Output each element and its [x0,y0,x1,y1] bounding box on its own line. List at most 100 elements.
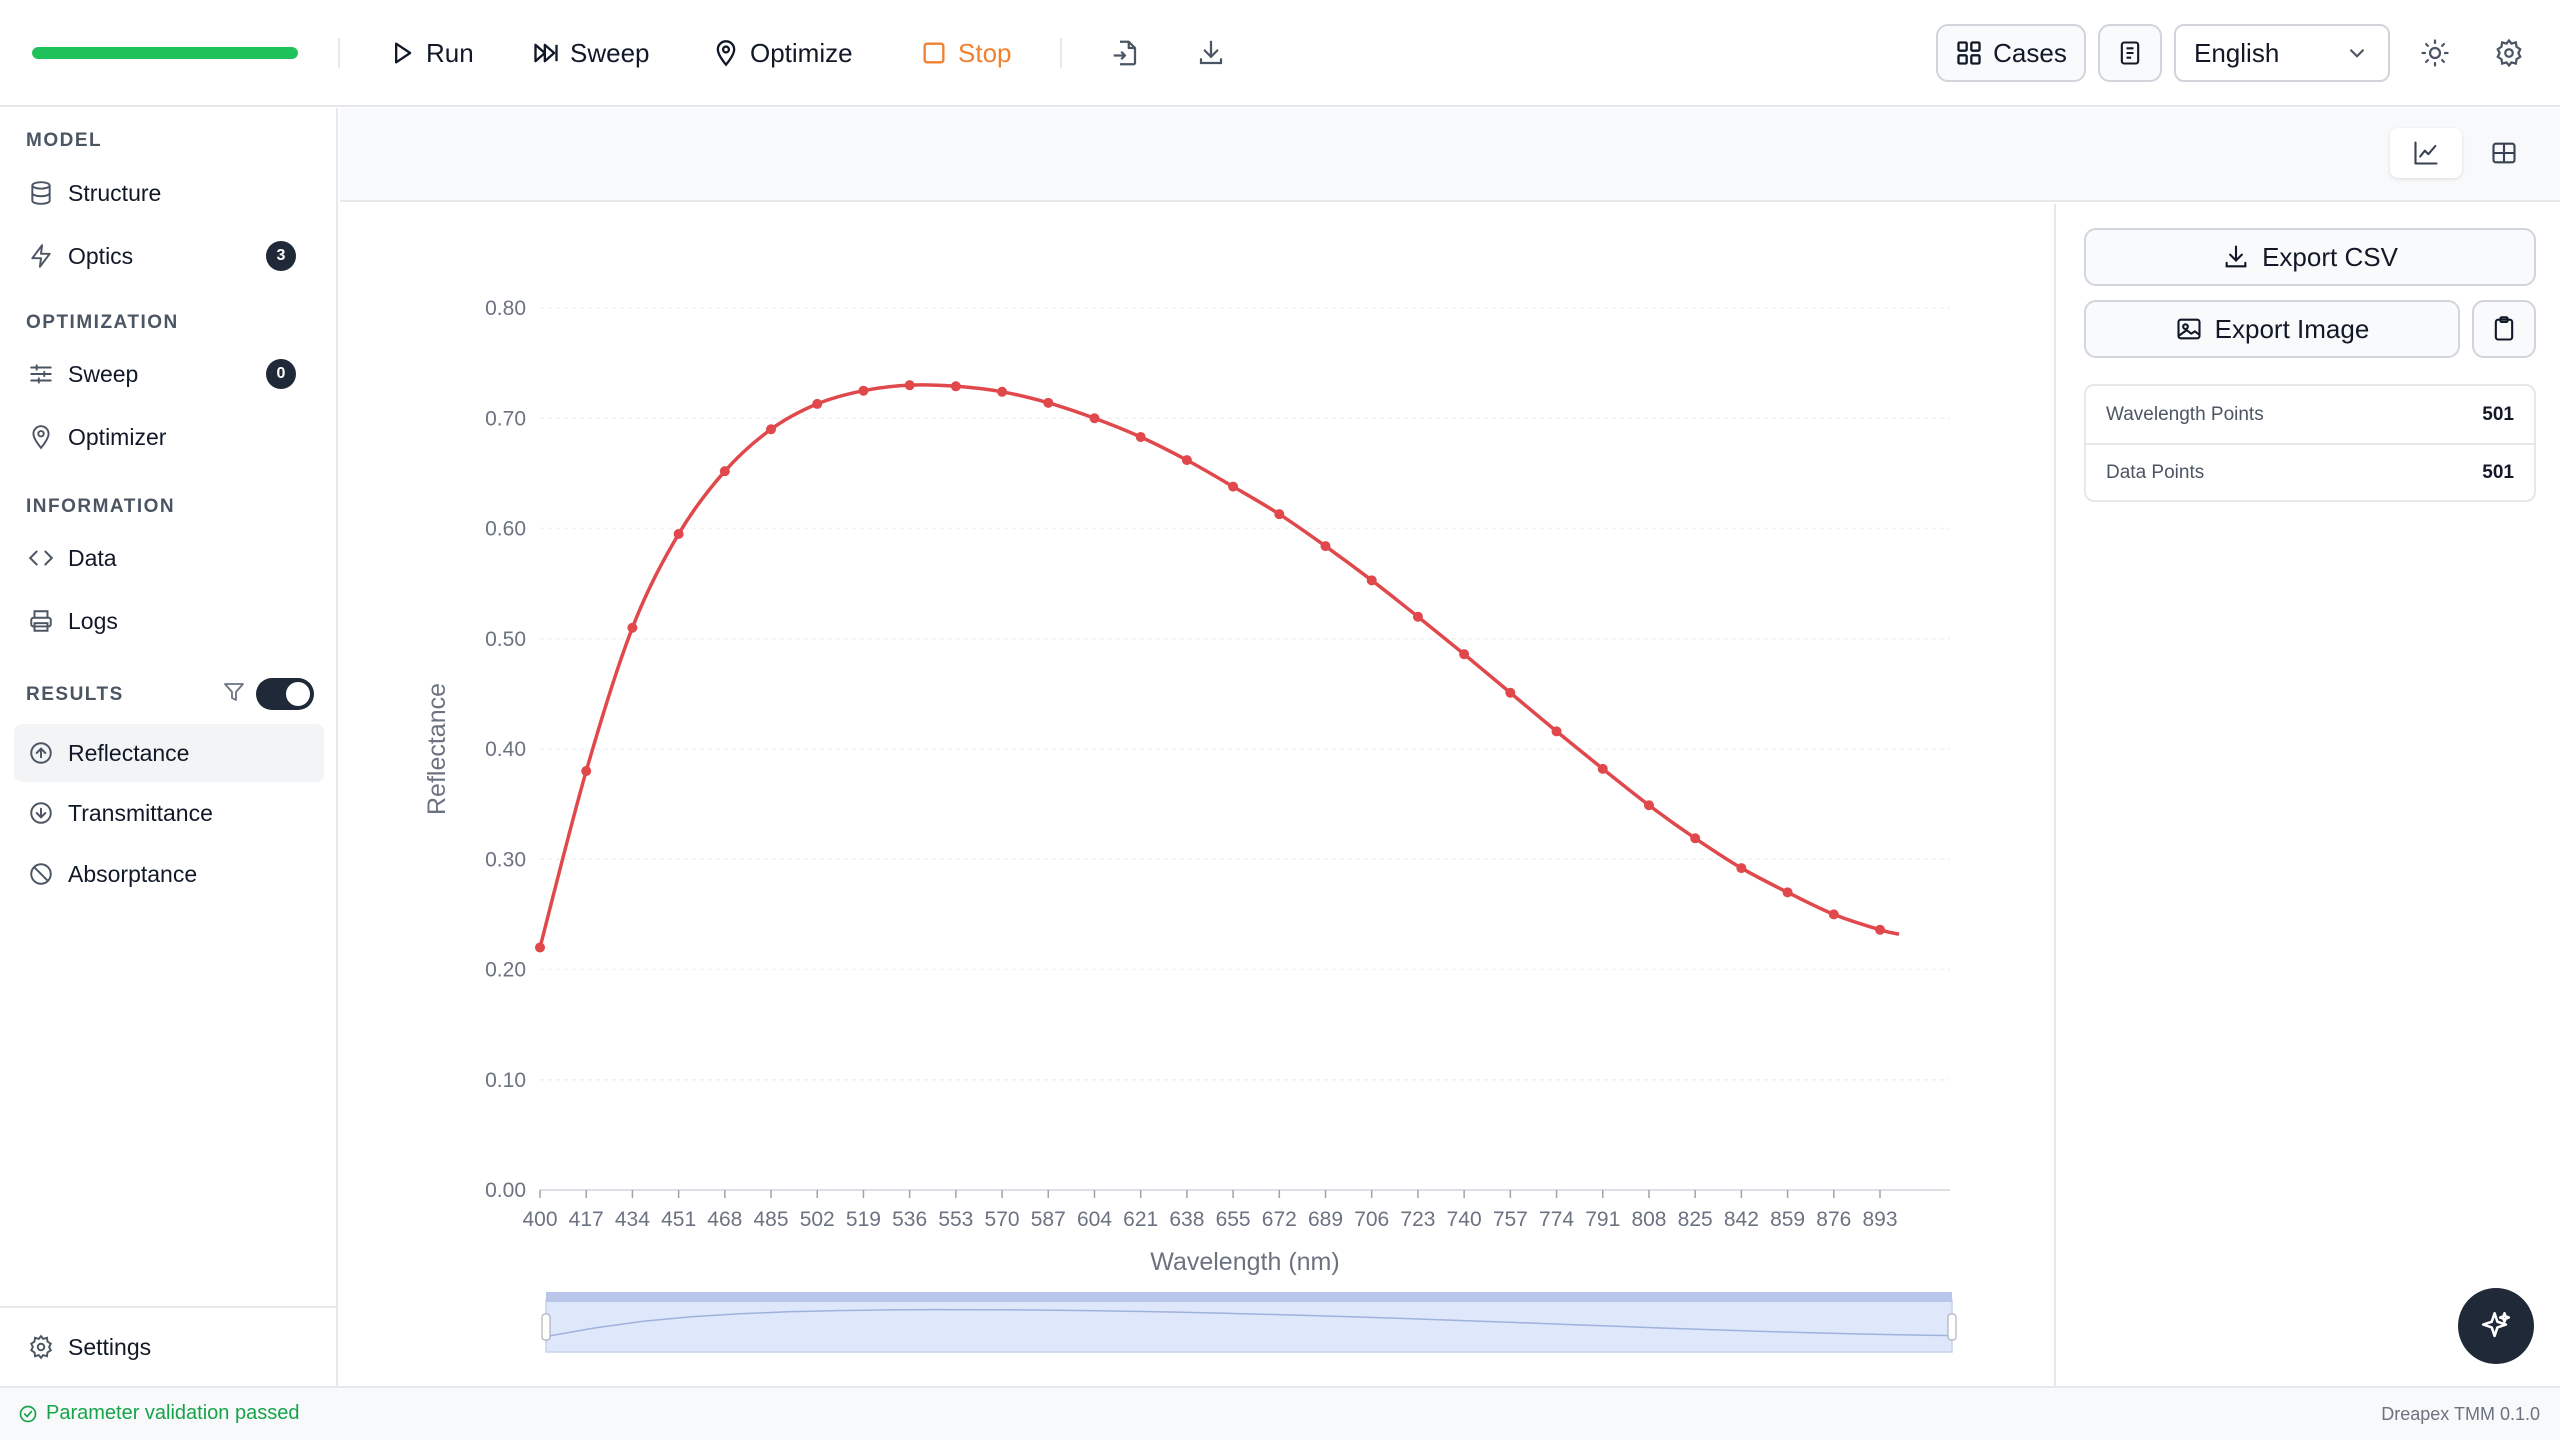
zoom-handle-right [1947,1313,1957,1341]
progress-fill [32,47,298,59]
y-tick-label: 0.00 [485,1179,526,1202]
notes-button[interactable] [2098,24,2162,82]
x-tick-label: 876 [1816,1208,1851,1231]
theme-toggle-button[interactable] [2418,36,2452,70]
sidebar-divider [0,1306,336,1308]
sidebar-item-absorptance[interactable]: Absorptance [14,845,324,903]
download-button[interactable] [1194,36,1228,70]
sidebar-item-optics[interactable]: Optics 3 [14,227,324,285]
x-tick-label: 400 [522,1208,557,1231]
data-point [1320,541,1331,552]
x-tick-label: 468 [707,1208,742,1231]
x-tick-label: 689 [1308,1208,1343,1231]
view-switcher [2390,128,2540,178]
y-tick-label: 0.80 [485,297,526,320]
x-tick-label: 519 [846,1208,881,1231]
optimize-button[interactable]: Optimize [712,30,853,76]
x-tick-label: 502 [800,1208,835,1231]
map-pin-icon [716,40,736,67]
data-point [1505,687,1516,698]
results-filter-toggle[interactable] [256,678,314,710]
sidebar-item-sweep[interactable]: Sweep 0 [14,345,324,403]
x-tick-label: 621 [1123,1208,1158,1231]
data-point [1181,455,1192,466]
sun-icon [2421,39,2449,67]
sidebar-item-settings[interactable]: Settings [14,1318,324,1376]
language-select[interactable]: English [2174,24,2390,82]
section-label-results: RESULTS [26,684,124,705]
gear-icon [2496,38,2522,68]
table-view-button[interactable] [2468,128,2540,178]
file-import-icon [1113,40,1137,66]
results-header [340,108,2560,202]
sidebar-item-optimizer[interactable]: Optimizer [14,408,324,466]
data-point [1690,833,1701,844]
stop-label: Stop [958,37,1012,68]
cases-button[interactable]: Cases [1936,24,2086,82]
stat-label: Data Points [2106,461,2205,483]
x-tick-label: 740 [1447,1208,1482,1231]
sidebar-item-label: Optics [68,242,134,269]
x-tick-label: 706 [1354,1208,1389,1231]
data-point [997,386,1008,397]
data-point [812,398,823,409]
sidebar-item-data[interactable]: Data [14,529,324,587]
clipboard-icon [2494,316,2514,341]
sidebar-item-transmittance[interactable]: Transmittance [14,784,324,842]
notebook-icon [2120,41,2140,65]
import-button[interactable] [1108,36,1142,70]
play-icon [395,42,412,64]
x-tick-label: 808 [1631,1208,1666,1231]
stat-row: Data Points 501 [2086,443,2534,500]
data-point [1736,863,1747,874]
sidebar-item-reflectance[interactable]: Reflectance [14,724,324,782]
ban-icon [30,863,52,885]
table-icon [2492,142,2516,164]
x-tick-label: 842 [1724,1208,1759,1231]
y-axis-label: Reflectance [423,683,451,815]
data-point [766,424,777,435]
x-tick-label: 485 [754,1208,789,1231]
reflectance-chart[interactable]: 0.00 0.10 0.20 0.30 0.40 0.50 0.60 0.70 0.80 400 4… [340,204,2054,1386]
data-point [1782,887,1793,898]
filter-icon[interactable] [222,680,246,704]
export-image-button[interactable]: Export Image [2084,300,2460,358]
optimize-label: Optimize [750,37,853,68]
x-tick-label: 638 [1169,1208,1204,1231]
zoom-slider-track [545,1299,1953,1353]
sidebar-item-label: Data [68,544,117,571]
ai-assistant-button[interactable] [2458,1288,2534,1364]
run-button[interactable]: Run [388,30,474,76]
stat-value: 501 [2482,461,2514,483]
y-tick-label: 0.30 [485,848,526,871]
reflectance-series-line [538,383,1900,948]
data-point [1643,800,1654,811]
zoom-handle-left [541,1313,551,1341]
chart-view-button[interactable] [2390,128,2462,178]
x-tick-label: 434 [615,1208,650,1231]
x-axis-label: Wavelength (nm) [1150,1248,1339,1276]
y-tick-label: 0.60 [485,518,526,541]
stop-button[interactable]: Stop [920,30,1012,76]
status-bar: Parameter validation passed Dreapex TMM … [0,1386,2560,1440]
sidebar-item-logs[interactable]: Logs [14,592,324,650]
sidebar-item-label: Settings [68,1333,152,1360]
sparkles-icon [2481,1311,2511,1338]
stats-card: Wavelength Points 501 Data Points 501 [2084,384,2536,502]
sliders-icon [30,364,52,384]
sweep-button[interactable]: Sweep [532,30,650,76]
data-point [1412,611,1423,622]
export-csv-button[interactable]: Export CSV [2084,228,2536,286]
sidebar-item-label: Optimizer [68,423,167,450]
x-tick-label: 859 [1770,1208,1805,1231]
x-tick-label: 553 [938,1208,973,1231]
sidebar-item-label: Logs [68,607,118,634]
x-tick-label: 655 [1216,1208,1251,1231]
data-point [1551,726,1562,737]
database-icon [31,181,51,205]
copy-clipboard-button[interactable] [2472,300,2536,358]
settings-gear-button[interactable] [2492,36,2526,70]
x-tick-label: 587 [1031,1208,1066,1231]
sidebar-item-structure[interactable]: Structure [14,164,324,222]
lightning-icon [31,244,51,268]
